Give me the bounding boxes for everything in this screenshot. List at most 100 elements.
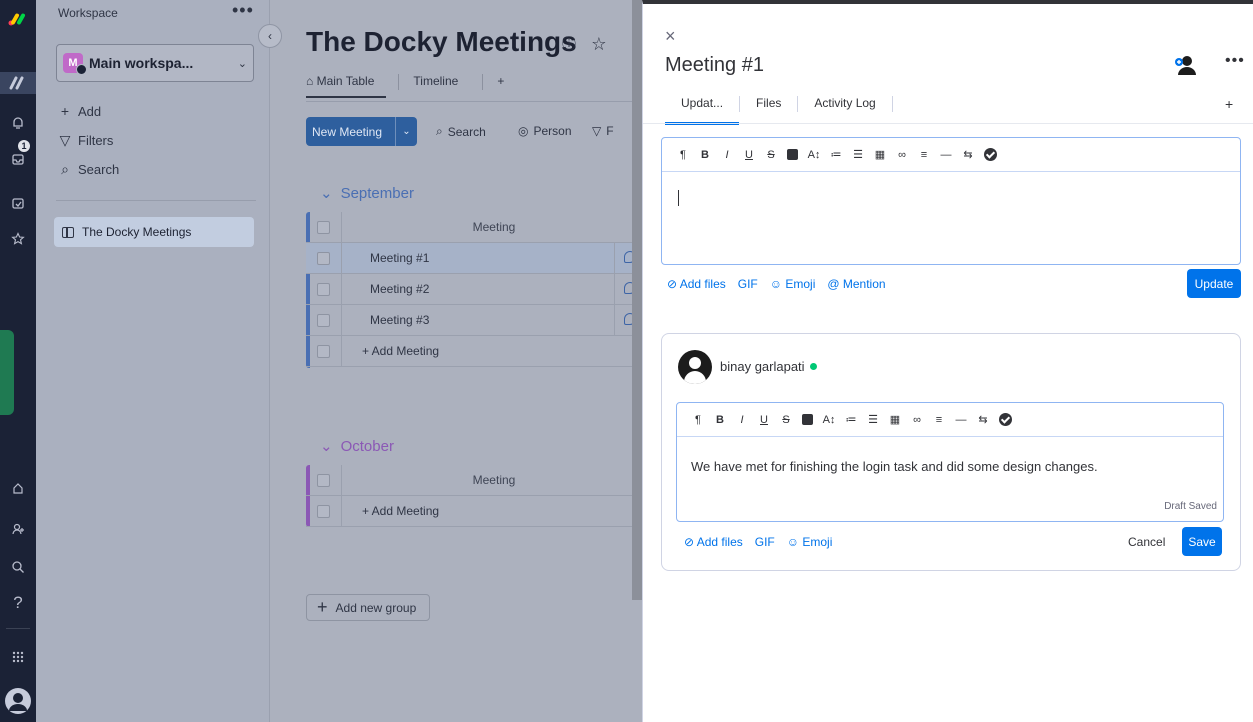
chevron-down-icon[interactable]: ⌄ <box>320 184 333 202</box>
add-tab-button[interactable]: + <box>1225 96 1233 112</box>
table-row[interactable]: Meeting #2 <box>306 274 642 305</box>
font-size-icon[interactable]: A↕ <box>818 414 840 426</box>
new-meeting-button[interactable]: New Meeting ⌄ <box>306 117 417 146</box>
search-button[interactable]: ⌕ Search <box>58 161 119 178</box>
invite-members-icon[interactable] <box>0 518 36 540</box>
update-text[interactable]: We have met for finishing the login task… <box>691 459 1098 474</box>
board-search-button[interactable]: ⌕ Search <box>436 124 486 139</box>
subscribers-icon[interactable] <box>1173 54 1197 76</box>
add-files-link[interactable]: ⊘ Add files <box>667 277 726 291</box>
add-meeting-input[interactable]: + Add Meeting <box>342 504 439 518</box>
item-name[interactable]: Meeting #3 <box>342 313 429 327</box>
bold-icon[interactable]: B <box>709 414 731 426</box>
italic-icon[interactable]: I <box>731 414 753 426</box>
align-icon[interactable]: ≡ <box>928 414 950 426</box>
monday-logo-icon[interactable] <box>0 8 36 30</box>
table-row[interactable]: Meeting #3 <box>306 305 642 336</box>
select-all-checkbox[interactable] <box>306 465 342 495</box>
update-button[interactable]: Update <box>1187 269 1241 298</box>
emoji-link[interactable]: ☺ Emoji <box>787 535 833 549</box>
filter-button[interactable]: ▽ F <box>592 124 614 138</box>
direction-icon[interactable]: ⇆ <box>972 413 994 426</box>
filters-button[interactable]: ▽ Filters <box>58 132 114 149</box>
close-icon[interactable]: × <box>665 26 676 47</box>
table-row[interactable]: Meeting #1 <box>306 243 642 274</box>
paragraph-icon[interactable]: ¶ <box>687 414 709 426</box>
checklist-icon[interactable] <box>984 148 997 161</box>
cancel-button[interactable]: Cancel <box>1128 535 1165 549</box>
info-star-icons[interactable]: ⓘ ☆ <box>562 34 612 54</box>
edit-update-editor[interactable]: ¶ B I U S A↕ ≔ ☰ ▦ ∞ ≡ — ⇆ We have met f… <box>676 402 1224 522</box>
integrations-icon[interactable] <box>0 478 36 500</box>
strikethrough-icon[interactable]: S <box>760 149 782 161</box>
work-management-icon[interactable] <box>0 72 36 94</box>
numbered-list-icon[interactable]: ≔ <box>840 413 862 426</box>
strikethrough-icon[interactable]: S <box>775 414 797 426</box>
row-checkbox[interactable] <box>306 274 342 304</box>
workspace-selector[interactable]: M Main workspa... ⌄ <box>56 44 254 82</box>
search-everything-icon[interactable] <box>0 556 36 578</box>
checklist-icon[interactable] <box>999 413 1012 426</box>
apps-grid-icon[interactable] <box>0 646 36 668</box>
favorites-star-icon[interactable] <box>0 228 36 250</box>
add-files-link[interactable]: ⊘ Add files <box>684 535 743 549</box>
italic-icon[interactable]: I <box>716 149 738 161</box>
paragraph-icon[interactable]: ¶ <box>672 149 694 161</box>
text-color-icon[interactable] <box>802 414 813 425</box>
group-title-october[interactable]: ⌄ October <box>320 437 394 456</box>
row-checkbox[interactable] <box>306 305 342 335</box>
my-work-calendar-icon[interactable] <box>0 192 36 214</box>
bullet-list-icon[interactable]: ☰ <box>862 413 884 426</box>
divider-icon[interactable]: — <box>935 149 957 161</box>
add-item-row[interactable]: + Add Meeting <box>306 336 642 367</box>
group-title-september[interactable]: ⌄ September <box>320 184 414 203</box>
item-title[interactable]: Meeting #1 <box>665 54 764 77</box>
text-color-icon[interactable] <box>787 149 798 160</box>
add-button[interactable]: + Add <box>58 103 101 119</box>
select-all-checkbox[interactable] <box>306 212 342 242</box>
add-view-button[interactable]: + <box>497 74 516 98</box>
chevron-down-icon[interactable]: ⌄ <box>395 117 417 146</box>
workspace-more-button[interactable]: ••• <box>232 0 254 21</box>
row-checkbox[interactable] <box>306 243 342 273</box>
add-item-row[interactable]: + Add Meeting <box>306 496 642 527</box>
notifications-bell-icon[interactable] <box>0 112 36 134</box>
link-icon[interactable]: ∞ <box>906 414 928 426</box>
person-filter-button[interactable]: ◎ Person <box>518 124 572 138</box>
author-avatar[interactable] <box>678 350 712 384</box>
item-name[interactable]: Meeting #1 <box>342 251 429 265</box>
update-editor[interactable]: ¶ B I U S A↕ ≔ ☰ ▦ ∞ ≡ — ⇆ <box>661 137 1241 265</box>
tab-updates[interactable]: Updat... <box>665 96 740 125</box>
font-size-icon[interactable]: A↕ <box>803 149 825 161</box>
direction-icon[interactable]: ⇆ <box>957 148 979 161</box>
save-button[interactable]: Save <box>1182 527 1222 556</box>
add-new-group-button[interactable]: + Add new group <box>306 594 430 621</box>
chevron-down-icon[interactable]: ⌄ <box>320 437 333 455</box>
column-header-meeting[interactable]: Meeting <box>342 473 642 487</box>
board-scrollbar[interactable] <box>632 0 642 600</box>
numbered-list-icon[interactable]: ≔ <box>825 148 847 161</box>
item-name[interactable]: Meeting #2 <box>342 282 429 296</box>
bold-icon[interactable]: B <box>694 149 716 161</box>
tab-activity-log[interactable]: Activity Log <box>798 96 891 125</box>
collapse-sidebar-button[interactable]: ‹ <box>258 24 282 48</box>
table-icon[interactable]: ▦ <box>869 148 891 161</box>
tab-main-table[interactable]: ⌂ Main Table <box>306 74 387 98</box>
gif-link[interactable]: GIF <box>738 277 758 291</box>
tab-timeline[interactable]: Timeline <box>413 74 470 98</box>
divider-icon[interactable]: — <box>950 414 972 426</box>
mention-link[interactable]: @ Mention <box>827 277 885 291</box>
table-icon[interactable]: ▦ <box>884 413 906 426</box>
panel-more-button[interactable]: ••• <box>1225 52 1245 70</box>
gif-link[interactable]: GIF <box>755 535 775 549</box>
help-icon[interactable]: ? <box>0 592 36 614</box>
emoji-link[interactable]: ☺ Emoji <box>770 277 816 291</box>
underline-icon[interactable]: U <box>738 149 760 161</box>
link-icon[interactable]: ∞ <box>891 149 913 161</box>
author-name[interactable]: binay garlapati <box>720 359 817 374</box>
inbox-icon[interactable] <box>0 148 36 170</box>
column-header-meeting[interactable]: Meeting <box>342 220 642 234</box>
align-icon[interactable]: ≡ <box>913 149 935 161</box>
sidebar-item-the-docky-meetings[interactable]: The Docky Meetings <box>54 217 254 247</box>
underline-icon[interactable]: U <box>753 414 775 426</box>
